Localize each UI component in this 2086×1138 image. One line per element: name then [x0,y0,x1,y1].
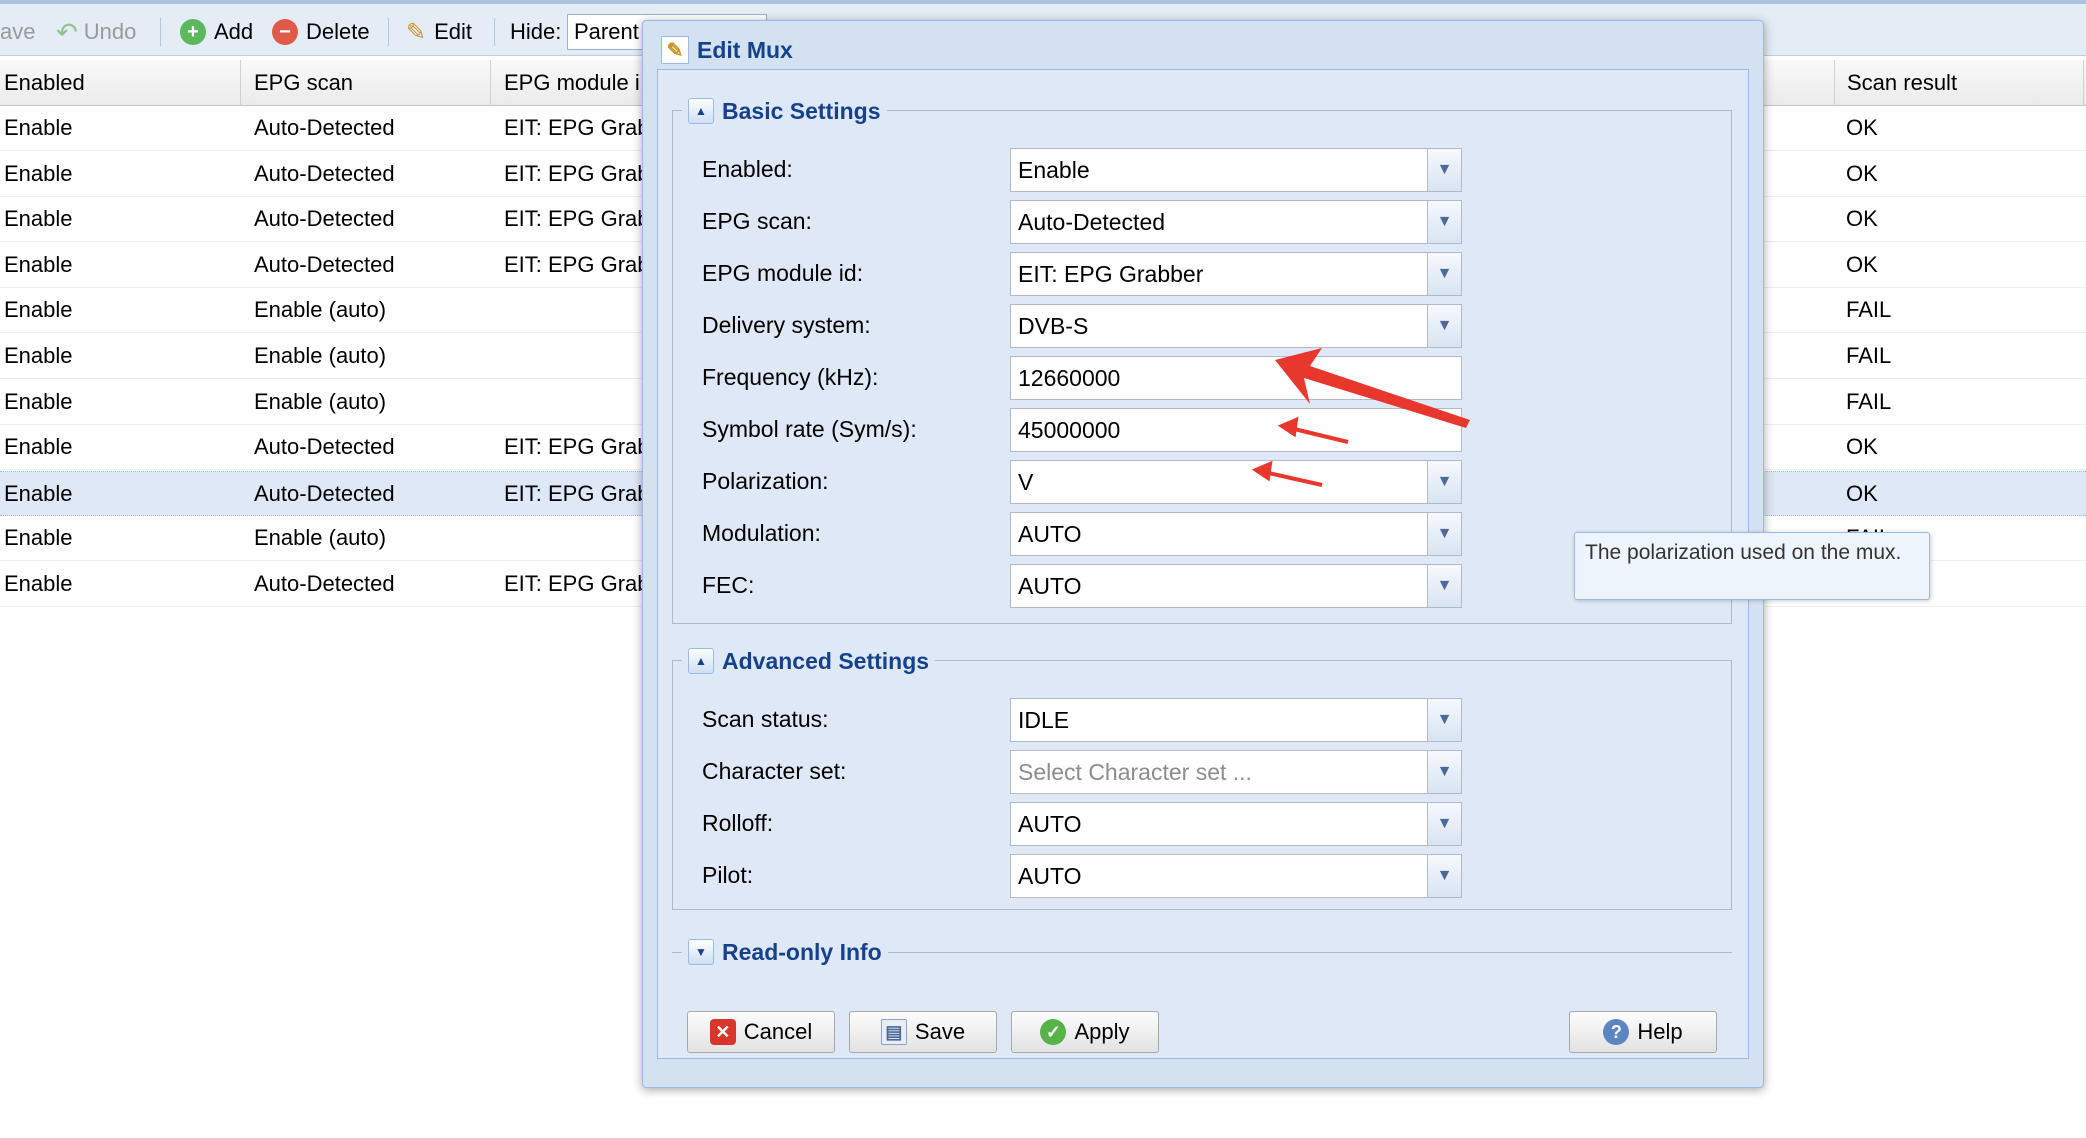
frequency-arrow [1275,348,1470,428]
annotation-overlay [1251,348,1470,487]
symbol-rate-arrow [1277,416,1349,444]
polarization-arrow [1251,460,1323,487]
